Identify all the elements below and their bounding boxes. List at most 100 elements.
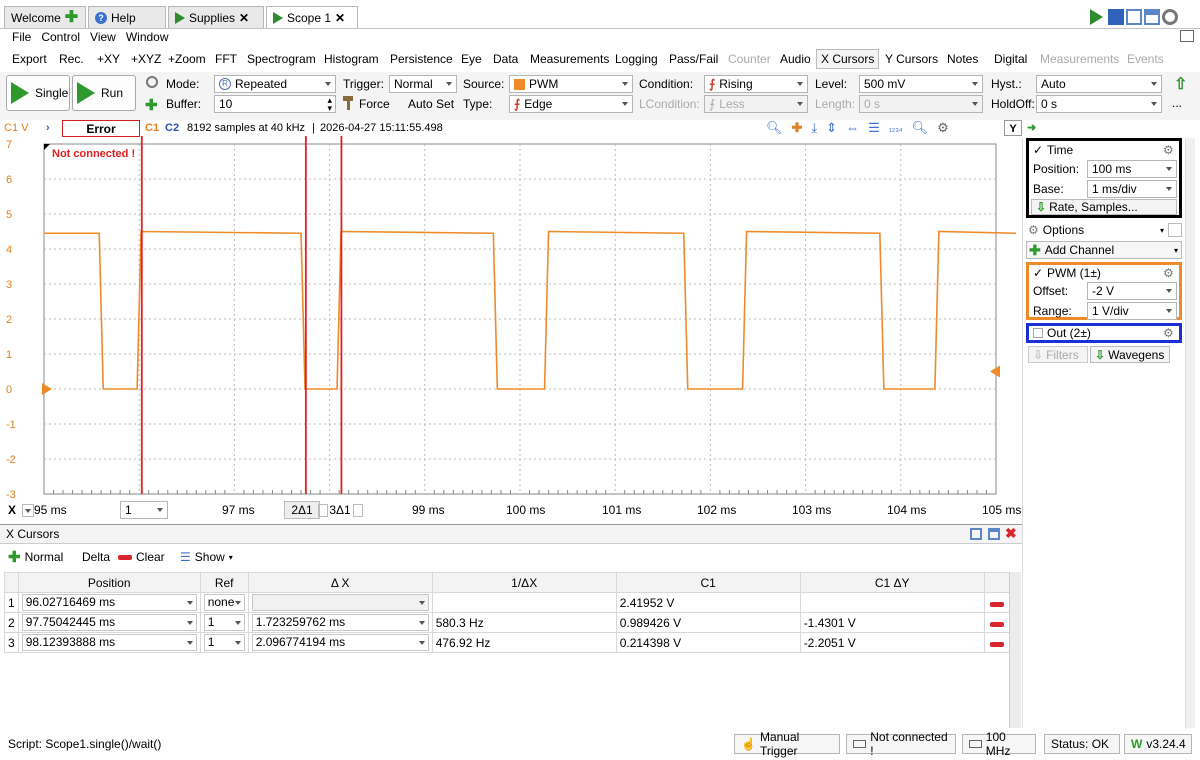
add-channel-button[interactable]: ✚ Add Channel ▾ <box>1026 241 1182 259</box>
menu-window[interactable]: Window <box>122 28 175 46</box>
toolbar-measurements-digital[interactable]: Measurements <box>1040 49 1119 69</box>
pan-icon[interactable]: ✚ <box>792 120 803 136</box>
toolbar-rec[interactable]: Rec. <box>59 49 84 69</box>
lcondition-select[interactable]: ⨍ Less <box>704 95 808 113</box>
stop-icon[interactable] <box>1108 9 1124 25</box>
condition-select[interactable]: ⨍ Rising <box>704 75 808 93</box>
toolbar-notes[interactable]: Notes <box>947 49 978 69</box>
panel-close-icon[interactable]: ✖ <box>1005 525 1017 542</box>
buffer-spin-icon[interactable]: ▴ ▾ <box>327 96 332 113</box>
close-icon[interactable]: ✕ <box>239 11 249 25</box>
toolbar-logging[interactable]: Logging <box>615 49 658 69</box>
ref-cell-input[interactable]: 1 <box>203 634 245 651</box>
type-select[interactable]: ⨍ Edge <box>509 95 633 113</box>
range-field[interactable]: 1 V/div <box>1087 302 1177 320</box>
fit-horizontal-icon[interactable]: ⇔ <box>846 120 859 136</box>
time-checkbox[interactable]: ✓ <box>1033 143 1043 157</box>
add-normal-cursor-button[interactable]: ✚ Normal <box>8 548 63 566</box>
toolbar-data[interactable]: Data <box>493 49 518 69</box>
level-field[interactable]: 500 mV <box>859 75 983 93</box>
toolbar-y-cursors[interactable]: Y Cursors <box>885 49 938 69</box>
panel-dock-icon[interactable] <box>970 528 982 540</box>
run-button[interactable]: Run <box>72 75 136 111</box>
position-cell-input[interactable]: 98.12393888 ms <box>21 634 197 651</box>
toolbar-counter[interactable]: Counter <box>728 49 771 69</box>
tab-scope-1[interactable]: Scope 1 ✕ <box>266 6 358 29</box>
options-row[interactable]: ⚙ Options ▾ <box>1028 222 1182 238</box>
out-gear-icon[interactable]: ⚙ <box>1163 326 1174 340</box>
mode-select[interactable]: R Repeated <box>214 75 336 93</box>
out-checkbox[interactable] <box>1033 328 1043 338</box>
pwm-gear-icon[interactable]: ⚙ <box>1163 266 1174 280</box>
length-field[interactable]: 0 s <box>859 95 983 113</box>
x-axis-menu[interactable] <box>22 504 34 517</box>
delta-2-button[interactable]: 2Δ1 <box>284 501 320 519</box>
more-button[interactable]: ... <box>1172 96 1182 110</box>
remove-cursor-icon[interactable] <box>990 601 1005 607</box>
buffer-field[interactable]: 10 ▴ ▾ <box>214 95 336 113</box>
toolbar-eye[interactable]: Eye <box>461 49 482 69</box>
align-icon[interactable]: ☰ <box>868 120 880 136</box>
restore-icon[interactable] <box>1180 30 1194 42</box>
source-select[interactable]: PWM <box>509 75 633 93</box>
position-cell-input[interactable]: 97.75042445 ms <box>21 614 197 631</box>
toolbar-passfail[interactable]: Pass/Fail <box>669 49 718 69</box>
zoom-icon[interactable]: 🔍︎ <box>766 120 783 136</box>
show-menu-button[interactable]: ☰ Show ▾ <box>180 550 233 564</box>
y-axis-button[interactable]: Y <box>1004 120 1022 136</box>
ref-cell-input[interactable]: none <box>203 594 245 611</box>
toolbar-xy[interactable]: +XY <box>97 49 120 69</box>
pwm-checkbox[interactable]: ✓ <box>1033 266 1043 280</box>
plot-gear-icon[interactable]: ⚙ <box>937 120 949 136</box>
clear-cursors-button[interactable]: Clear <box>118 550 165 564</box>
toolbar-histogram[interactable]: Histogram <box>324 49 379 69</box>
delta-3-menu[interactable] <box>353 504 363 517</box>
delta-3-button[interactable]: 3Δ1 <box>328 501 352 519</box>
table-scrollbar[interactable] <box>1009 572 1021 728</box>
position-cell-input[interactable]: 96.02716469 ms <box>21 594 197 611</box>
version-button[interactable]: W v3.24.4 <box>1124 734 1192 754</box>
toolbar-measurements[interactable]: Measurements <box>530 49 609 69</box>
close-icon[interactable]: ✕ <box>335 11 345 25</box>
force-button[interactable]: Force <box>359 95 390 113</box>
clock-button[interactable]: 100 MHz <box>962 730 1036 758</box>
panel-float-icon[interactable] <box>988 528 1000 540</box>
options-menu-icon[interactable]: ▾ <box>1160 226 1164 235</box>
fit-vertical-icon[interactable]: ⇕ <box>826 120 837 136</box>
ref-cell-input[interactable]: 1 <box>203 614 245 631</box>
toolbar-xyz[interactable]: +XYZ <box>131 49 161 69</box>
delta-cursor-button[interactable]: Delta <box>82 550 110 564</box>
cursor-select[interactable]: 1 <box>120 501 168 519</box>
zoom-out-icon[interactable]: 🔍︎ <box>912 120 929 136</box>
single-button[interactable]: Single <box>6 75 70 111</box>
menu-file[interactable]: File <box>0 28 37 46</box>
toolbar-digital[interactable]: Digital <box>994 49 1027 69</box>
toolbar-events[interactable]: Events <box>1127 49 1164 69</box>
c1-label[interactable]: C1 <box>145 120 159 136</box>
buffer-plus-icon[interactable]: ✚ <box>145 96 158 114</box>
remove-cursor-icon[interactable] <box>990 641 1005 647</box>
menu-control[interactable]: Control <box>37 28 86 46</box>
delta-2-menu[interactable] <box>318 504 328 517</box>
offset-field[interactable]: -2 V <box>1087 282 1177 300</box>
dx-cell-input[interactable]: 1.723259762 ms <box>251 614 429 631</box>
menu-view[interactable]: View <box>86 28 122 46</box>
manual-trigger-button[interactable]: ☝ Manual Trigger <box>734 730 840 758</box>
float-icon[interactable] <box>1144 9 1160 25</box>
trigger-select[interactable]: Normal <box>389 75 457 93</box>
c2-label[interactable]: C2 <box>165 120 179 136</box>
toolbar-audio[interactable]: Audio <box>780 49 811 69</box>
toolbar-zoom[interactable]: +Zoom <box>168 49 206 69</box>
time-base-field[interactable]: 1 ms/div <box>1087 180 1177 198</box>
toolbar-persistence[interactable]: Persistence <box>390 49 453 69</box>
toolbar-fft[interactable]: FFT <box>215 49 237 69</box>
toolbar-spectrogram[interactable]: Spectrogram <box>247 49 316 69</box>
hyst-field[interactable]: Auto <box>1036 75 1162 93</box>
filters-button[interactable]: ⇩ Filters <box>1028 346 1088 363</box>
holdoff-field[interactable]: 0 s <box>1036 95 1162 113</box>
time-gear-icon[interactable]: ⚙ <box>1163 143 1174 157</box>
arrow-up-icon[interactable]: ⇧ <box>1174 74 1187 94</box>
scope-plot[interactable]: 7 6 5 4 3 2 1 0 -1 -2 -3 Not connected ! <box>0 136 1022 500</box>
stack-icon[interactable]: ₁₂₃₄ <box>889 120 903 136</box>
toolbar-x-cursors[interactable]: X Cursors <box>816 49 880 69</box>
